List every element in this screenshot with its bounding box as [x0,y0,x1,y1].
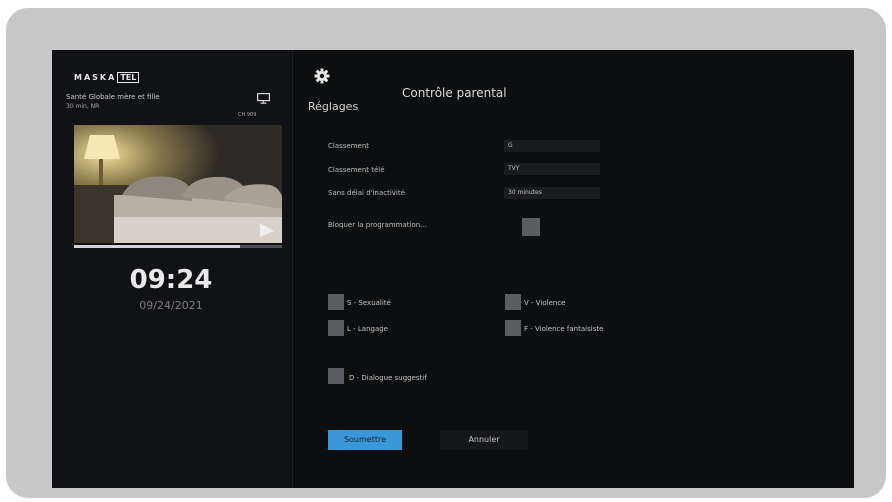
checkbox-sexuality-label: S - Sexualité [347,299,391,307]
checkbox-sexuality[interactable] [328,294,344,310]
playback-progress [74,245,282,248]
checkbox-violence-label: V - Violence [524,299,566,307]
brand-logo-suffix: TEL [117,72,140,83]
gear-icon [314,68,330,84]
program-thumbnail[interactable] [74,125,282,243]
checkbox-language[interactable] [328,320,344,336]
clock-time: 09:24 [129,265,213,295]
rating-select[interactable]: G [504,140,600,152]
checkbox-violence[interactable] [505,294,521,310]
now-playing-panel: MASKA TEL Santé Globale mère et fille 30 … [52,50,290,488]
tv-screen: MASKA TEL Santé Globale mère et fille 30 … [52,50,854,488]
brand-logo-prefix: MASKA [74,73,117,82]
clock-date: 09/24/2021 [139,299,203,312]
channel-number: CH 909 [238,112,257,118]
bedroom-image [74,125,282,243]
show-title: Santé Globale mère et fille [66,93,160,101]
inactivity-label: Sans délai d'inactivité [328,189,405,197]
block-programming-toggle[interactable] [522,218,540,236]
panel-divider [292,50,293,488]
checkbox-suggestive-dialogue[interactable] [328,368,344,384]
brand-logo: MASKA TEL [74,72,140,83]
settings-label: Réglages [308,100,359,113]
tv-rating-select[interactable]: TVY [504,163,600,175]
show-meta: 30 min, NR [66,103,100,110]
checkbox-suggestive-dialogue-label: D - Dialogue suggestif [349,374,427,382]
submit-button[interactable]: Soumettre [328,430,402,450]
checkbox-language-label: L - Langage [347,325,388,333]
tv-icon [257,93,270,104]
tv-rating-label: Classement télé [328,166,385,174]
checkbox-fantasy-violence[interactable] [505,320,521,336]
page-title: Contrôle parental [402,86,507,100]
cancel-button[interactable]: Annuler [440,430,528,450]
block-programming-label: Bloquer la programmation... [328,221,427,229]
inactivity-select[interactable]: 30 minutes [504,187,600,199]
playback-progress-fill [74,245,241,248]
checkbox-fantasy-violence-label: F - Violence fantaisiste [524,325,604,333]
rating-label: Classement [328,142,370,150]
device-frame: MASKA TEL Santé Globale mère et fille 30 … [6,8,886,498]
